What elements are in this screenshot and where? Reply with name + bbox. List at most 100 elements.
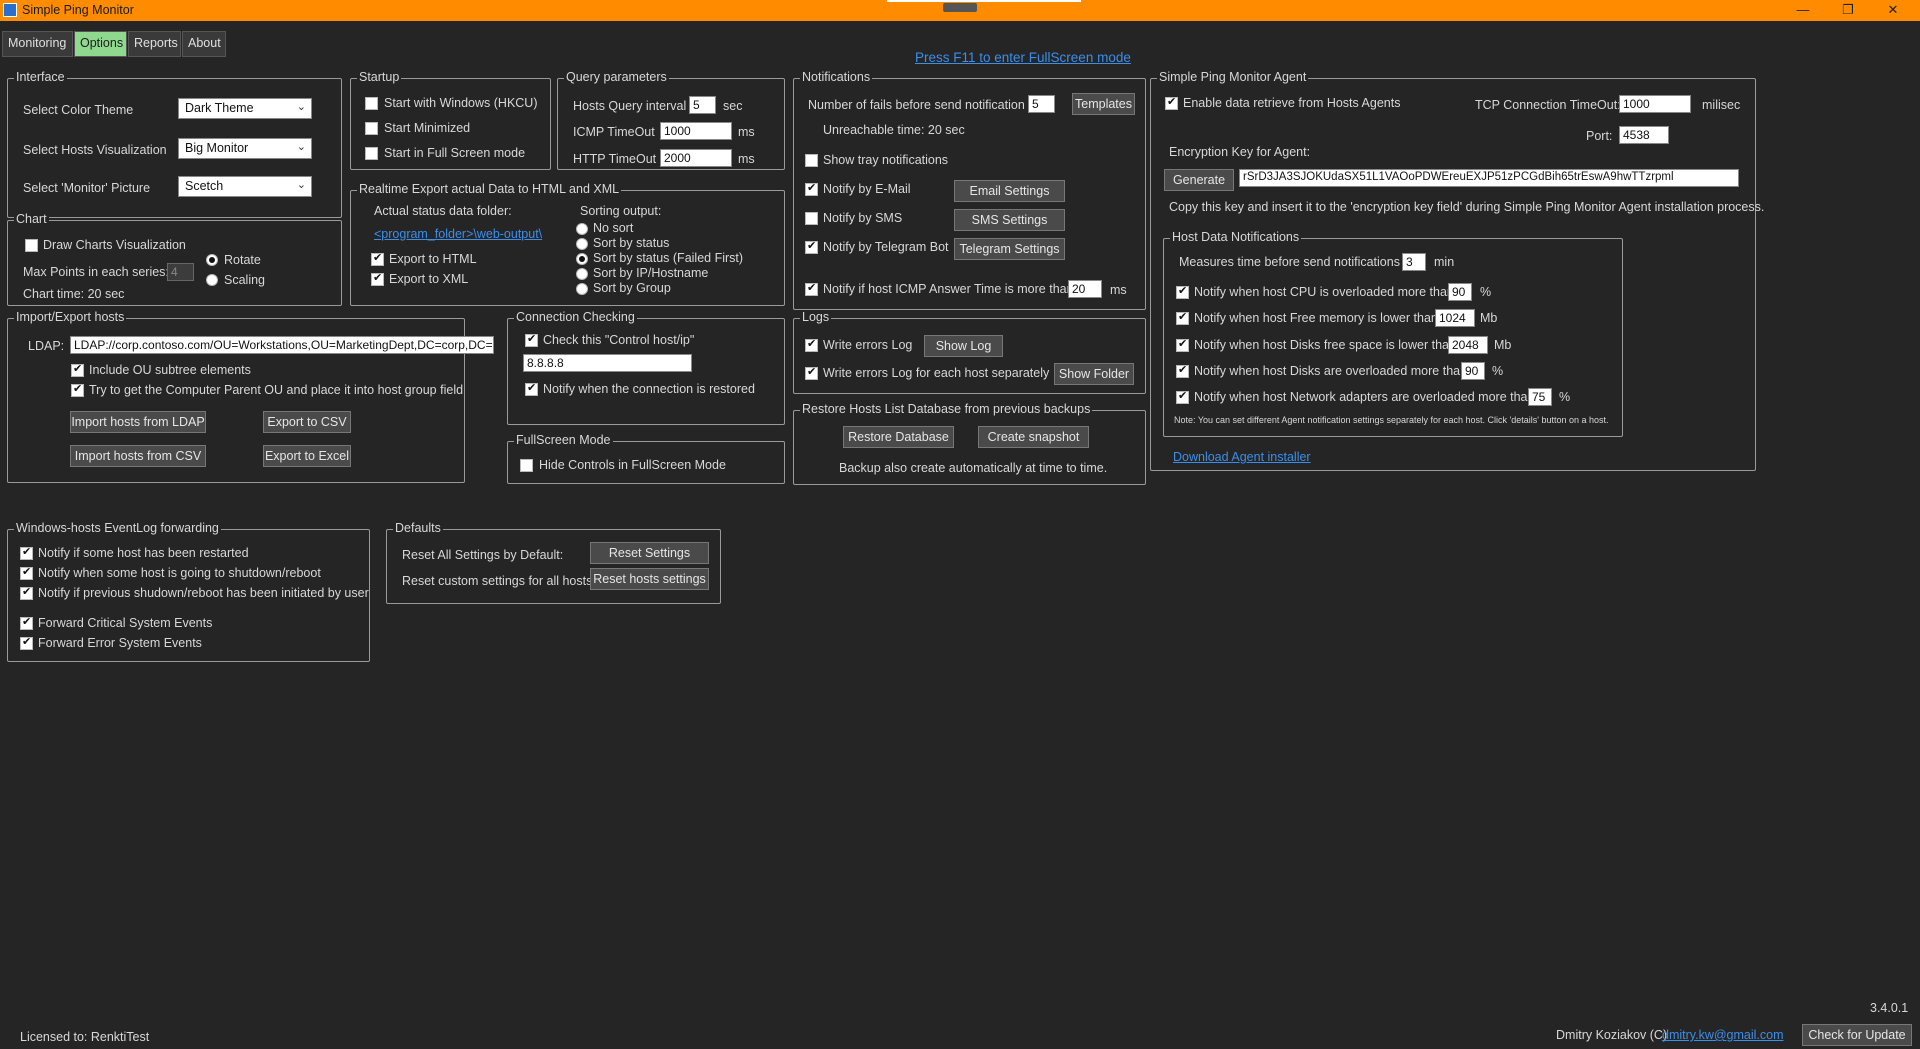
host-data-title: Host Data Notifications <box>1170 230 1302 244</box>
sort-radio-group[interactable] <box>576 283 588 295</box>
memory-checkbox[interactable] <box>1176 310 1189 325</box>
color-theme-select[interactable]: Dark Theme ⌄ <box>178 98 312 119</box>
create-snapshot-button[interactable]: Create snapshot <box>978 426 1089 448</box>
minimize-button[interactable]: — <box>1788 2 1818 19</box>
previous-checkbox[interactable] <box>20 585 33 600</box>
telegram-checkbox[interactable] <box>805 239 818 254</box>
icmp-notify-checkbox[interactable] <box>805 281 818 296</box>
app-icon <box>3 3 17 17</box>
download-agent-link[interactable]: Download Agent installer <box>1173 450 1311 464</box>
port-input[interactable]: 4538 <box>1619 126 1669 144</box>
icmp-timeout-input[interactable]: 1000 <box>660 122 732 140</box>
export-group: Realtime Export actual Data to HTML and … <box>350 182 785 306</box>
encryption-key-input[interactable]: rSrD3JA3SJOKUdaSX51L1VAOoPDWEreuEXJP51zP… <box>1239 169 1739 187</box>
drag-grip-icon[interactable] <box>943 3 977 12</box>
measures-input[interactable]: 3 <box>1402 253 1426 271</box>
scaling-label: Scaling <box>224 273 265 287</box>
max-points-input[interactable]: 4 <box>167 263 194 281</box>
http-timeout-input[interactable]: 2000 <box>660 149 732 167</box>
sort-radio-status[interactable] <box>576 238 588 250</box>
export-csv-button[interactable]: Export to CSV <box>263 411 351 433</box>
hide-controls-label: Hide Controls in FullScreen Mode <box>539 458 726 472</box>
network-input[interactable]: 75 <box>1528 388 1552 406</box>
reset-hosts-button[interactable]: Reset hosts settings <box>590 568 709 590</box>
export-xml-label: Export to XML <box>389 272 469 286</box>
control-host-input[interactable]: 8.8.8.8 <box>523 354 692 372</box>
write-each-checkbox[interactable] <box>805 365 818 380</box>
hide-controls-checkbox[interactable] <box>520 459 533 472</box>
author-email-link[interactable]: dmitry.kw@gmail.com <box>1662 1028 1784 1042</box>
sms-settings-button[interactable]: SMS Settings <box>954 209 1065 231</box>
parent-ou-checkbox[interactable] <box>71 382 84 397</box>
folder-link[interactable]: <program_folder>\web-output\ <box>374 227 542 241</box>
import-ldap-button[interactable]: Import hosts from LDAP <box>70 411 206 433</box>
start-fullscreen-checkbox[interactable] <box>365 147 378 160</box>
export-html-checkbox[interactable] <box>371 251 384 266</box>
visualization-select[interactable]: Big Monitor ⌄ <box>178 138 312 159</box>
chevron-down-icon: ⌄ <box>296 101 306 113</box>
shutdown-checkbox[interactable] <box>20 565 33 580</box>
write-log-checkbox[interactable] <box>805 337 818 352</box>
critical-checkbox[interactable] <box>20 615 33 630</box>
tab-monitoring[interactable]: Monitoring <box>2 31 73 57</box>
picture-value: Scetch <box>185 179 224 193</box>
show-folder-button[interactable]: Show Folder <box>1054 363 1134 385</box>
start-windows-checkbox[interactable] <box>365 97 378 110</box>
rotate-radio[interactable] <box>206 254 218 266</box>
templates-button[interactable]: Templates <box>1072 93 1135 115</box>
draw-charts-checkbox[interactable] <box>25 239 38 252</box>
telegram-settings-button[interactable]: Telegram Settings <box>954 238 1065 260</box>
restore-database-button[interactable]: Restore Database <box>843 426 954 448</box>
tcp-timeout-input[interactable]: 1000 <box>1619 95 1691 113</box>
restore-button[interactable]: ❐ <box>1833 2 1863 19</box>
tray-checkbox[interactable] <box>805 154 818 167</box>
reset-settings-button[interactable]: Reset Settings <box>590 542 709 564</box>
network-checkbox[interactable] <box>1176 389 1189 404</box>
icmp-notify-input[interactable]: 20 <box>1068 280 1102 298</box>
email-checkbox[interactable] <box>805 181 818 196</box>
backup-note: Backup also create automatically at time… <box>839 461 1108 475</box>
start-minimized-checkbox[interactable] <box>365 122 378 135</box>
ou-subtree-checkbox[interactable] <box>71 362 84 377</box>
disk-load-checkbox[interactable] <box>1176 363 1189 378</box>
licensed-text: Licensed to: RenktiTest <box>20 1030 150 1044</box>
error-events-checkbox[interactable] <box>20 635 33 650</box>
restored-label: Notify when the connection is restored <box>543 382 755 396</box>
restored-checkbox[interactable] <box>525 381 538 396</box>
control-host-checkbox[interactable] <box>525 332 538 347</box>
sort-radio-none[interactable] <box>576 223 588 235</box>
close-button[interactable]: ✕ <box>1878 2 1908 19</box>
tab-options[interactable]: Options <box>74 31 127 57</box>
ou-subtree-label: Include OU subtree elements <box>89 363 251 377</box>
restarted-checkbox[interactable] <box>20 545 33 560</box>
disk-free-checkbox[interactable] <box>1176 337 1189 352</box>
check-update-button[interactable]: Check for Update <box>1802 1024 1912 1046</box>
scaling-radio[interactable] <box>206 274 218 286</box>
sort-radio-failed-first[interactable] <box>576 253 588 265</box>
tab-about[interactable]: About <box>182 31 226 57</box>
cpu-checkbox[interactable] <box>1176 284 1189 299</box>
sort-radio-ip[interactable] <box>576 268 588 280</box>
eventlog-title: Windows-hosts EventLog forwarding <box>14 521 221 535</box>
export-xml-checkbox[interactable] <box>371 271 384 286</box>
sms-checkbox[interactable] <box>805 212 818 225</box>
picture-select[interactable]: Scetch ⌄ <box>178 176 312 197</box>
export-excel-button[interactable]: Export to Excel <box>263 445 351 467</box>
fails-input[interactable]: 5 <box>1028 95 1055 113</box>
unreachable-text: Unreachable time: 20 sec <box>823 123 965 137</box>
disk-load-input[interactable]: 90 <box>1461 362 1485 380</box>
email-settings-button[interactable]: Email Settings <box>954 180 1065 202</box>
cpu-input[interactable]: 90 <box>1448 283 1472 301</box>
show-log-button[interactable]: Show Log <box>924 335 1003 357</box>
memory-input[interactable]: 1024 <box>1435 309 1475 327</box>
disk-free-input[interactable]: 2048 <box>1448 336 1488 354</box>
tab-reports[interactable]: Reports <box>128 31 181 57</box>
interval-input[interactable]: 5 <box>689 96 716 114</box>
restore-title: Restore Hosts List Database from previou… <box>800 402 1093 416</box>
fullscreen-hint-link[interactable]: Press F11 to enter FullScreen mode <box>915 50 1131 65</box>
import-csv-button[interactable]: Import hosts from CSV <box>70 445 206 467</box>
copy-key-hint: Copy this key and insert it to the 'encr… <box>1169 200 1765 214</box>
generate-key-button[interactable]: Generate <box>1164 169 1234 191</box>
enable-agent-checkbox[interactable] <box>1165 95 1178 110</box>
ldap-input[interactable]: LDAP://corp.contoso.com/OU=Workstations,… <box>70 336 494 354</box>
